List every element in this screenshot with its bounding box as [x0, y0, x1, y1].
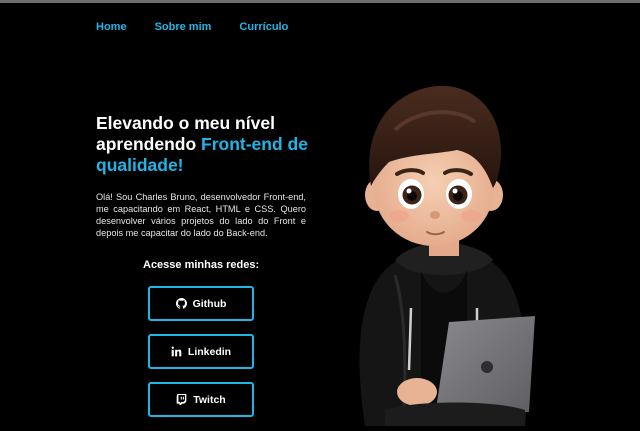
github-button-label: Github — [192, 297, 227, 310]
linkedin-button[interactable]: Linkedin — [148, 334, 254, 369]
twitch-icon — [176, 394, 187, 405]
github-icon — [175, 298, 187, 309]
nav-about-link[interactable]: Sobre mim — [155, 21, 212, 33]
browser-top-border — [0, 0, 640, 3]
top-nav: Home Sobre mim Currículo — [96, 21, 288, 33]
nav-resume-link[interactable]: Currículo — [239, 21, 288, 33]
twitch-button[interactable]: Twitch — [148, 382, 254, 417]
hero-title-line-2: aprendendo — [96, 134, 202, 154]
linkedin-button-label: Linkedin — [187, 345, 232, 358]
github-button[interactable]: Github — [148, 286, 254, 321]
nav-home-link[interactable]: Home — [96, 21, 127, 33]
twitch-button-label: Twitch — [193, 393, 226, 406]
hero-title: Elevando o meu nível aprendendo Front-en… — [96, 113, 321, 176]
linkedin-icon — [171, 346, 182, 357]
hero-title-line-1: Elevando o meu nível — [96, 113, 275, 133]
social-heading: Acesse minhas redes: — [143, 259, 260, 271]
developer-avatar-illustration — [325, 70, 565, 427]
bio-paragraph: Olá! Sou Charles Bruno, desenvolvedor Fr… — [96, 192, 306, 238]
